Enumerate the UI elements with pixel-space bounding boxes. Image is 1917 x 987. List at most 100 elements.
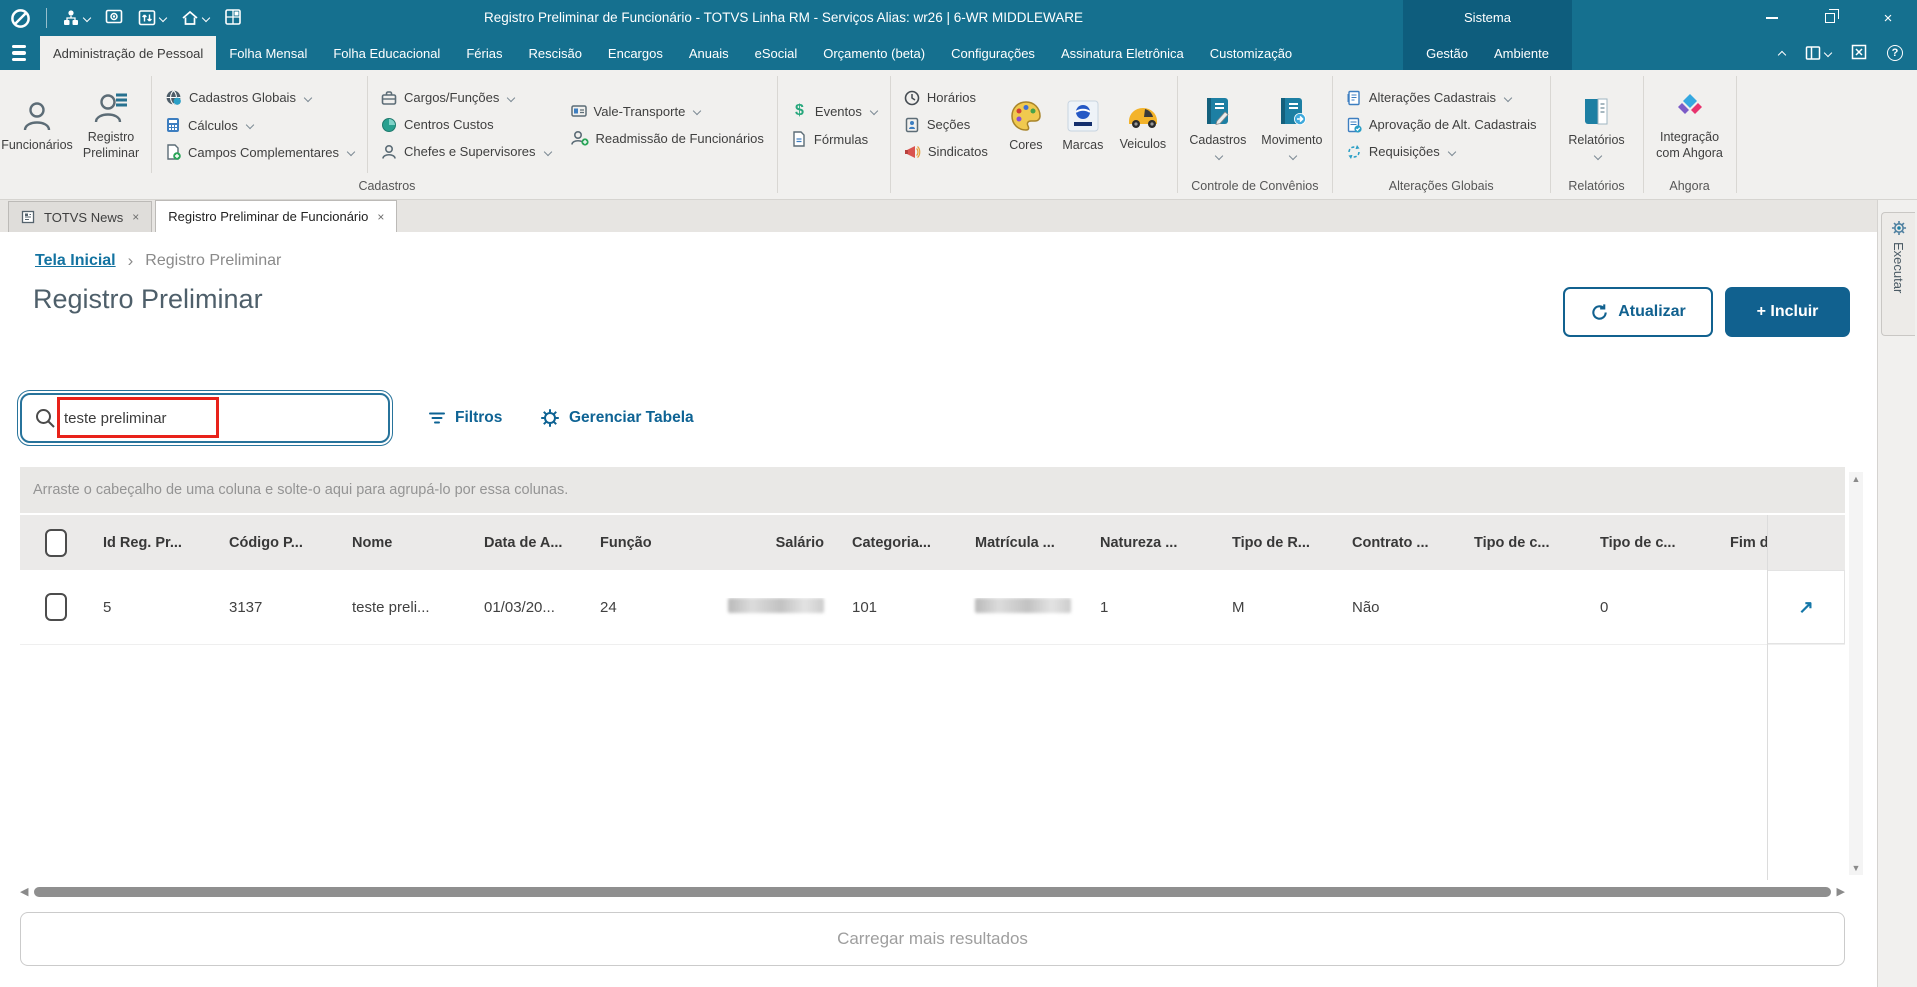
column-header-tipo-c2[interactable]: Tipo de c... [1588, 535, 1718, 551]
ribbon-readmissao-button[interactable]: Readmissão de Funcionários [570, 130, 764, 146]
scroll-right-icon[interactable]: ▶ [1837, 885, 1845, 898]
column-header-codigo[interactable]: Código P... [217, 535, 340, 551]
menu-tab-folha-educacional[interactable]: Folha Educacional [320, 36, 453, 70]
ribbon-marcas-button[interactable]: Marcas [1054, 95, 1112, 154]
menu-tab-anuais[interactable]: Anuais [676, 36, 742, 70]
load-more-button[interactable]: Carregar mais resultados [20, 912, 1845, 966]
minimize-button[interactable] [1743, 0, 1801, 36]
ribbon-divider [1176, 76, 1178, 193]
column-header-natureza[interactable]: Natureza ... [1088, 535, 1220, 551]
ribbon-horarios-button[interactable]: Horários [904, 90, 988, 106]
ribbon-aprovacao-button[interactable]: Aprovação de Alt. Cadastrais [1346, 117, 1537, 133]
menu-tab-administracao-de-pessoal[interactable]: Administração de Pessoal [40, 36, 217, 70]
menu-tab-ambiente[interactable]: Ambiente [1494, 46, 1549, 61]
column-header-tipo-c1[interactable]: Tipo de c... [1462, 535, 1588, 551]
ribbon-cargos-funcoes-button[interactable]: Cargos/Funções [381, 90, 551, 106]
menu-tab-assinatura-eletronica[interactable]: Assinatura Eletrônica [1048, 36, 1197, 70]
search-input[interactable] [64, 409, 334, 427]
ribbon-cadastros-globais-button[interactable]: Cadastros Globais [165, 89, 354, 106]
ribbon-cores-button[interactable]: Cores [998, 95, 1054, 154]
menu-tab-gestao[interactable]: Gestão [1426, 46, 1468, 61]
layout-button[interactable] [1805, 45, 1833, 61]
ribbon-relatorios-button[interactable]: Relatórios [1554, 90, 1640, 161]
column-header-data-admissao[interactable]: Data de A... [472, 535, 588, 551]
ribbon-sindicatos-button[interactable]: Sindicatos [904, 144, 988, 160]
chevron-down-icon [507, 93, 516, 102]
menu-tab-customizacao[interactable]: Customização [1197, 36, 1305, 70]
ribbon-group-label: Ahgora [1669, 179, 1710, 193]
horizontal-scroll-thumb[interactable] [34, 886, 1831, 897]
ribbon-chefes-supervisores-button[interactable]: Chefes e Supervisores [381, 144, 552, 160]
button-label: Campos Complementares [188, 144, 340, 160]
scroll-up-icon[interactable]: ▲ [1852, 474, 1861, 484]
close-tab-icon[interactable]: × [132, 210, 139, 224]
column-header-categoria[interactable]: Categoria... [840, 535, 963, 551]
menu-tab-rescisao[interactable]: Rescisão [515, 36, 594, 70]
close-all-windows-button[interactable] [1851, 44, 1867, 63]
column-header-id[interactable]: Id Reg. Pr... [91, 535, 217, 551]
window-controls: × [1743, 0, 1917, 36]
ribbon-convenios-movimento-button[interactable]: Movimento [1255, 90, 1329, 161]
incluir-button[interactable]: + Incluir [1725, 287, 1850, 337]
vertical-scrollbar[interactable]: ▲ ▼ [1849, 472, 1863, 875]
tab-totvs-news[interactable]: TOTVS News × [8, 201, 153, 232]
menu-tab-encargos[interactable]: Encargos [595, 36, 676, 70]
open-record-button[interactable]: ↗ [1798, 597, 1813, 618]
breadcrumb-home-link[interactable]: Tela Inicial [35, 252, 116, 270]
column-header-salario[interactable]: Salário [716, 535, 840, 551]
ribbon-eventos-button[interactable]: $ Eventos [791, 102, 879, 120]
monitor-button[interactable] [105, 8, 123, 29]
column-header-contrato[interactable]: Contrato ... [1340, 535, 1462, 551]
menu-tab-esocial[interactable]: eSocial [742, 36, 811, 70]
button-label: Horários [926, 90, 977, 105]
scroll-left-icon[interactable]: ◀ [20, 885, 28, 898]
column-header-funcao[interactable]: Função [588, 535, 716, 551]
ribbon-formulas-button[interactable]: Fórmulas [791, 131, 877, 147]
horizontal-scrollbar[interactable]: ◀ ▶ [20, 885, 1845, 898]
column-header-fim[interactable]: Fim d [1718, 535, 1767, 551]
gerenciar-tabela-button[interactable]: Gerenciar Tabela [540, 403, 694, 433]
process-tree-button[interactable] [62, 9, 92, 27]
column-header-tipo-r[interactable]: Tipo de R... [1220, 535, 1340, 551]
ribbon-group-label: Cadastros [358, 179, 416, 193]
atualizar-button[interactable]: Atualizar [1563, 287, 1713, 337]
collapse-ribbon-button[interactable] [1777, 46, 1787, 61]
ribbon-vale-transporte-button[interactable]: Vale-Transporte [570, 103, 764, 119]
ribbon-alteracoes-cadastrais-button[interactable]: Alterações Cadastrais [1346, 90, 1537, 106]
ribbon-campos-complementares-button[interactable]: Campos Complementares [165, 144, 356, 160]
help-button[interactable]: ? [1887, 45, 1903, 61]
ribbon-centros-custos-button[interactable]: Centros Custos [381, 117, 551, 133]
menu-tab-ferias[interactable]: Férias [453, 36, 515, 70]
close-button[interactable]: × [1859, 0, 1917, 36]
chevron-down-icon [1593, 152, 1602, 161]
column-header-matricula[interactable]: Matrícula ... [963, 535, 1088, 551]
windows-button[interactable] [224, 8, 242, 29]
ribbon-convenios-cadastros-button[interactable]: Cadastros [1181, 90, 1255, 161]
row-checkbox[interactable] [44, 593, 67, 621]
filtros-button[interactable]: Filtros [428, 403, 502, 433]
update-button[interactable] [138, 9, 168, 27]
table-row[interactable]: 5 3137 teste preli... 01/03/20... 24 101… [20, 570, 1845, 645]
ribbon-integracao-ahgora-button[interactable]: Integração com Ahgora [1647, 87, 1733, 161]
select-all-checkbox[interactable] [44, 528, 67, 557]
ribbon-requisicoes-button[interactable]: Requisições [1346, 144, 1537, 160]
group-by-bar[interactable]: Arraste o cabeçalho de uma coluna e solt… [20, 467, 1845, 515]
ribbon-funcionarios-button[interactable]: Funcionários [0, 95, 74, 154]
menu-tab-folha-mensal[interactable]: Folha Mensal [216, 36, 320, 70]
ribbon-secoes-button[interactable]: Seções [904, 117, 988, 133]
close-tab-icon[interactable]: × [377, 210, 384, 224]
ribbon-calculos-button[interactable]: Cálculos [165, 117, 354, 133]
scroll-down-icon[interactable]: ▼ [1852, 863, 1861, 873]
person-icon [23, 102, 51, 131]
menu-tab-orcamento-beta[interactable]: Orçamento (beta) [810, 36, 938, 70]
menu-list-icon[interactable] [12, 44, 26, 62]
executar-panel-tab[interactable]: Executar [1881, 212, 1915, 336]
column-header-nome[interactable]: Nome [340, 535, 472, 551]
ribbon-veiculos-button[interactable]: Veiculos [1112, 96, 1174, 153]
restore-button[interactable] [1801, 0, 1859, 36]
menu-tab-configuracoes[interactable]: Configurações [938, 36, 1048, 70]
chevron-down-icon [543, 147, 552, 156]
tab-registro-preliminar-de-funcionario[interactable]: Registro Preliminar de Funcionário × [155, 200, 398, 232]
ribbon-registro-preliminar-button[interactable]: Registro Preliminar [74, 87, 148, 161]
home-button[interactable] [181, 9, 211, 27]
